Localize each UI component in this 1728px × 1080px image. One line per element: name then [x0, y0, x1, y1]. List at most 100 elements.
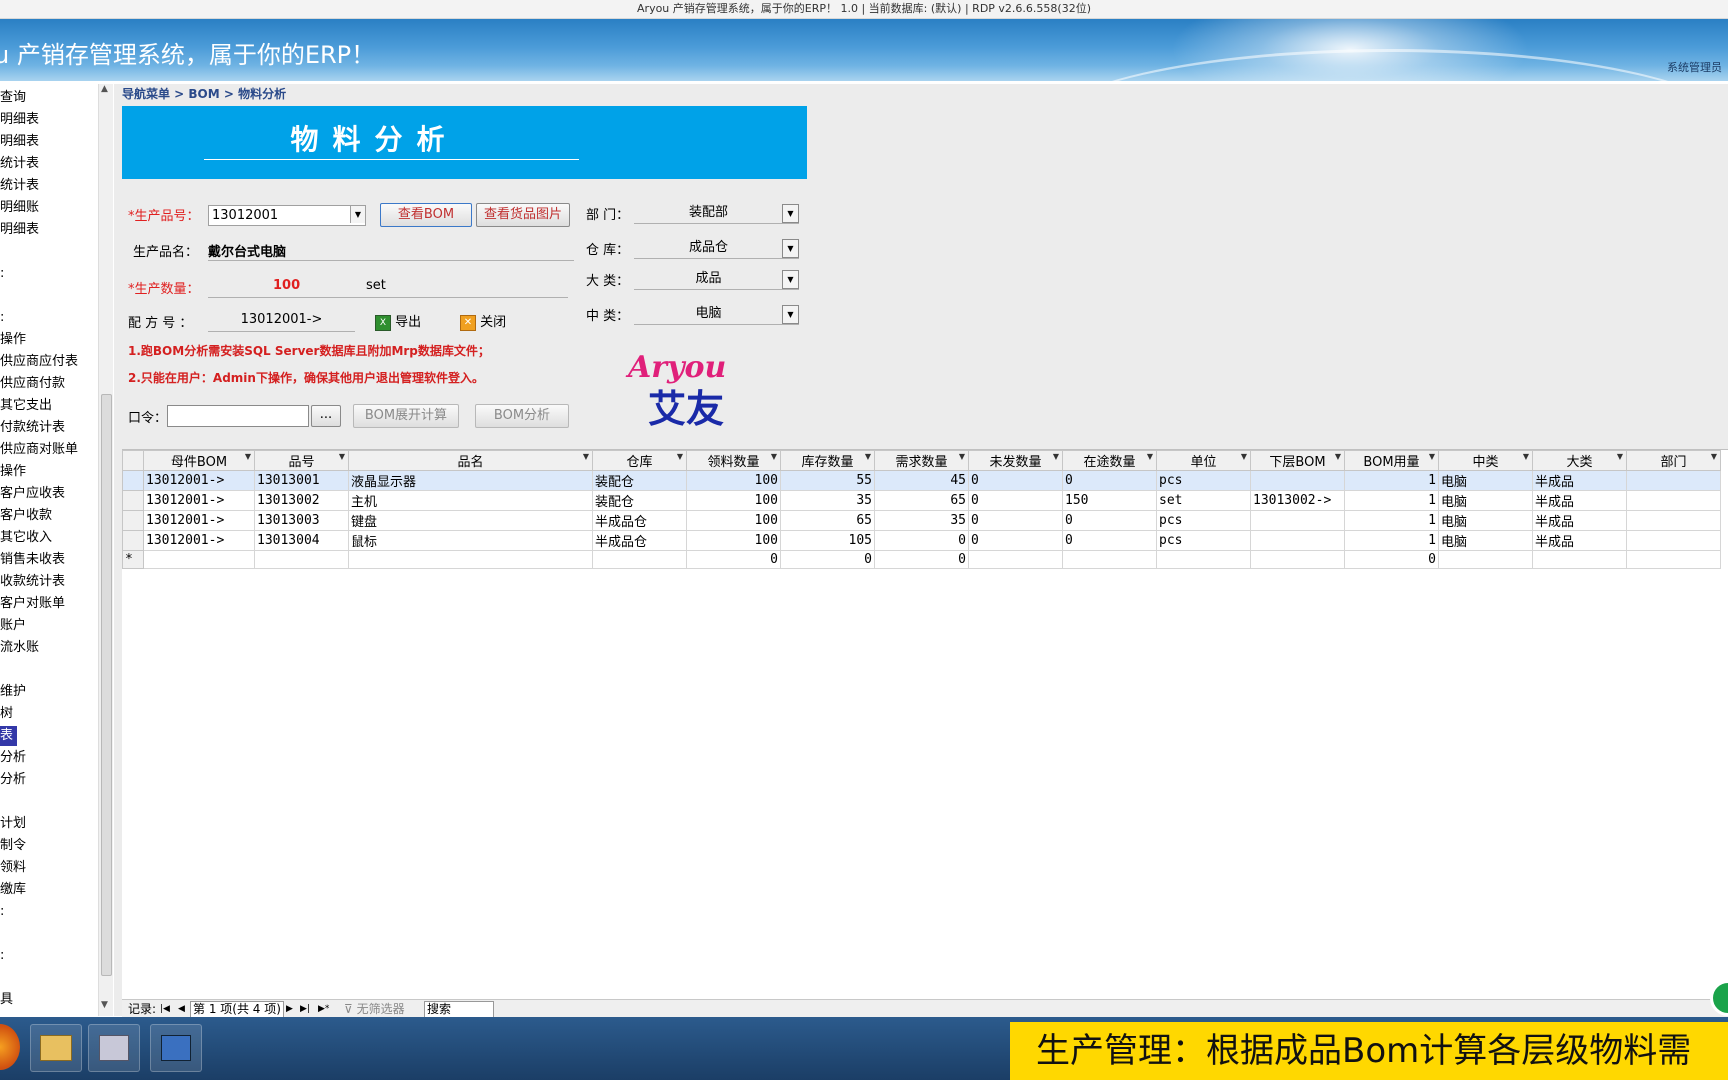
bom-expand-button[interactable]: BOM展开计算	[353, 404, 459, 428]
sidebar-item[interactable]: :	[0, 902, 4, 922]
sidebar-item[interactable]: 明细表	[0, 220, 39, 240]
sidebar-item[interactable]: 供应商应付表	[0, 352, 78, 372]
chevron-down-icon[interactable]: ▼	[782, 204, 799, 223]
table-cell[interactable]: 1	[1344, 490, 1439, 511]
table-cell[interactable]	[1250, 530, 1345, 551]
column-header[interactable]: 品号 ▼	[254, 450, 349, 471]
scroll-up-icon[interactable]: ▲	[101, 84, 108, 94]
table-cell[interactable]: 13013002->	[1250, 490, 1345, 511]
chevron-down-icon[interactable]: ▼	[782, 270, 799, 289]
sidebar-item[interactable]: 其它支出	[0, 396, 52, 416]
sidebar-item[interactable]: :	[0, 264, 4, 284]
column-header[interactable]: BOM用量 ▼	[1344, 450, 1439, 471]
first-record-icon[interactable]: |◀	[160, 1000, 170, 1018]
table-cell[interactable]	[592, 550, 687, 569]
table-cell[interactable]: 半成品仓	[592, 510, 687, 531]
table-cell[interactable]: 100	[686, 510, 781, 531]
table-cell[interactable]: pcs	[1156, 510, 1251, 531]
table-cell[interactable]: 1	[1344, 510, 1439, 531]
close-button[interactable]: ✕ 关闭	[460, 311, 506, 331]
sidebar-item[interactable]: 客户收款	[0, 506, 52, 526]
sidebar-item[interactable]: 维护	[0, 682, 26, 702]
table-cell[interactable]: set	[1156, 490, 1251, 511]
table-cell[interactable]	[143, 550, 255, 569]
column-header[interactable]: 仓库 ▼	[592, 450, 687, 471]
sidebar-item[interactable]: 操作	[0, 462, 26, 482]
filter-status[interactable]: ⊽ 无筛选器	[344, 1000, 405, 1018]
formula-field[interactable]: 13012001->	[208, 312, 355, 332]
table-cell[interactable]: 100	[686, 530, 781, 551]
column-header[interactable]: 需求数量 ▼	[874, 450, 969, 471]
column-filter-icon[interactable]: ▼	[1711, 452, 1717, 461]
table-cell[interactable]: 半成品仓	[592, 530, 687, 551]
table-cell[interactable]	[1626, 510, 1721, 531]
table-cell[interactable]: 0	[968, 530, 1063, 551]
table-cell[interactable]: 13013001	[254, 470, 349, 491]
table-cell[interactable]: 0	[1062, 530, 1157, 551]
subcategory-combo[interactable]: 电脑 ▼	[634, 304, 799, 325]
table-cell[interactable]: 13012001->	[143, 530, 255, 551]
table-cell[interactable]: 0	[1062, 510, 1157, 531]
table-cell[interactable]	[254, 550, 349, 569]
column-filter-icon[interactable]: ▼	[677, 452, 683, 461]
sidebar-item[interactable]: 分析	[0, 770, 26, 790]
view-image-button[interactable]: 查看货品图片	[476, 203, 570, 227]
table-cell[interactable]: 13012001->	[143, 470, 255, 491]
table-cell[interactable]: 0	[968, 490, 1063, 511]
table-row[interactable]: 13012001-> 13013004 鼠标 半成品仓 100 105 0 0 0 pcs 1 电脑半…	[122, 530, 1721, 551]
sidebar-item[interactable]: :	[0, 946, 4, 966]
row-selector[interactable]	[122, 510, 144, 531]
scroll-down-icon[interactable]: ▼	[101, 1000, 108, 1010]
column-filter-icon[interactable]: ▼	[1523, 452, 1529, 461]
table-cell[interactable]: 105	[780, 530, 875, 551]
table-cell[interactable]: 13013003	[254, 510, 349, 531]
table-cell[interactable]	[1626, 490, 1721, 511]
warehouse-combo[interactable]: 成品仓 ▼	[634, 238, 799, 259]
table-cell[interactable]: 65	[874, 490, 969, 511]
sidebar-item[interactable]: 制令	[0, 836, 26, 856]
table-cell[interactable]	[1250, 470, 1345, 491]
table-cell[interactable]: 半成品	[1532, 490, 1627, 511]
sidebar-item[interactable]: 供应商付款	[0, 374, 65, 394]
search-box[interactable]: 搜索	[424, 1001, 494, 1018]
export-button[interactable]: X 导出	[375, 311, 421, 331]
sidebar-item[interactable]: 其它收入	[0, 528, 52, 548]
column-filter-icon[interactable]: ▼	[583, 452, 589, 461]
table-row[interactable]: 13012001-> 13013002 主机 装配仓 100 35 65 0 150 set 130…	[122, 490, 1721, 511]
column-filter-icon[interactable]: ▼	[339, 452, 345, 461]
table-cell[interactable]	[1062, 550, 1157, 569]
sidebar-item[interactable]: 销售未收表	[0, 550, 65, 570]
sidebar-item[interactable]: :	[0, 1012, 4, 1016]
taskbar-app-icon[interactable]	[150, 1024, 202, 1072]
taskbar-tools-icon[interactable]	[88, 1024, 140, 1072]
prev-record-icon[interactable]: ◀	[178, 1000, 185, 1018]
product-no-combo[interactable]: 13012001 ▼	[208, 205, 366, 226]
sidebar-item[interactable]: 计划	[0, 814, 26, 834]
table-cell[interactable]: 液晶显示器	[348, 470, 593, 491]
table-cell[interactable]: pcs	[1156, 530, 1251, 551]
password-input[interactable]	[167, 405, 309, 427]
sidebar-item[interactable]: 客户对账单	[0, 594, 65, 614]
row-selector[interactable]	[122, 470, 144, 491]
sidebar-item[interactable]: 明细表	[0, 132, 39, 152]
table-cell[interactable]: 100	[686, 470, 781, 491]
sidebar-item[interactable]: 供应商对账单	[0, 440, 78, 460]
chevron-down-icon[interactable]: ▼	[350, 206, 365, 223]
sidebar-item[interactable]: 树	[0, 704, 13, 724]
column-filter-icon[interactable]: ▼	[1147, 452, 1153, 461]
table-cell[interactable]: 0	[968, 510, 1063, 531]
qty-field[interactable]: 100 set	[208, 278, 568, 298]
table-row[interactable]: 13012001-> 13013001 液晶显示器 装配仓 100 55 45 0 0 pcs 1 电…	[122, 470, 1721, 491]
table-cell[interactable]	[348, 550, 593, 569]
table-cell[interactable]: 0	[780, 550, 875, 569]
table-cell[interactable]: 55	[780, 470, 875, 491]
table-cell[interactable]: 电脑	[1438, 470, 1533, 491]
sidebar-item[interactable]: 查询	[0, 88, 26, 108]
table-cell[interactable]	[968, 550, 1063, 569]
table-cell[interactable]	[1250, 550, 1345, 569]
record-position[interactable]: 第 1 项(共 4 项)	[190, 1001, 284, 1018]
table-cell[interactable]: 电脑	[1438, 510, 1533, 531]
chevron-down-icon[interactable]: ▼	[782, 305, 799, 324]
product-name-field[interactable]: 戴尔台式电脑	[208, 241, 574, 261]
sidebar-item[interactable]: 明细账	[0, 198, 39, 218]
